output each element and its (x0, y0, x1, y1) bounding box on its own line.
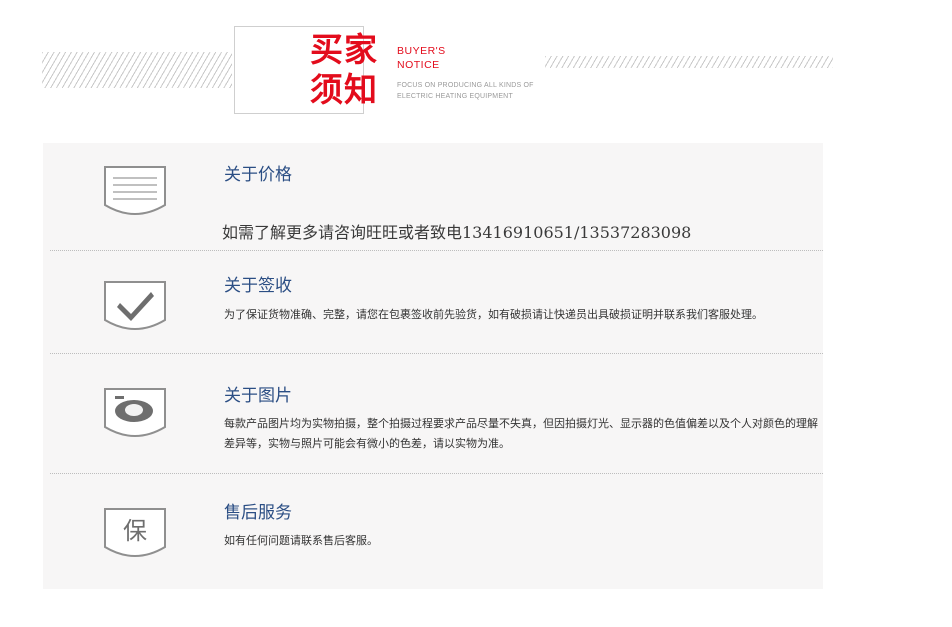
section-heading-price: 关于价格 (224, 165, 292, 185)
subtitle-line2: ELECTRIC HEATING EQUIPMENT (397, 93, 513, 100)
title-cn-line2: 须知 (310, 70, 378, 109)
notice-panel: 关于价格 如需了解更多请咨询旺旺或者致电13416910651/13537283… (43, 143, 823, 589)
page-subtitle: FOCUS ON PRODUCING ALL KINDS OF ELECTRIC… (397, 80, 534, 102)
camera-icon (104, 388, 166, 437)
section-heading-sign-for: 关于签收 (224, 276, 292, 296)
title-en-line1: BUYER'S (397, 45, 446, 57)
title-cn-line1: 买家 (310, 30, 378, 69)
title-en-line2: NOTICE (397, 59, 440, 71)
section-text-images: 每款产品图片均为实物拍摄，整个拍摄过程要求产品尽量不失真，但因拍摄灯光、显示器的… (224, 417, 818, 450)
section-price: 关于价格 如需了解更多请咨询旺旺或者致电13416910651/13537283… (43, 143, 823, 251)
section-heading-images: 关于图片 (224, 386, 292, 406)
page-title-en: BUYER'S NOTICE (397, 44, 446, 72)
decorative-stripes-right (545, 56, 833, 68)
decorative-stripes-left (42, 52, 232, 88)
document-icon (104, 166, 166, 215)
page-title-cn: 买家 须知 (310, 30, 390, 110)
subtitle-line1: FOCUS ON PRODUCING ALL KINDS OF (397, 82, 534, 89)
section-text-sign-for: 为了保证货物准确、完整，请您在包裹签收前先验货，如有破损请让快递员出具破损证明并… (224, 308, 763, 321)
checkmark-icon (104, 281, 166, 330)
section-heading-after-sales: 售后服务 (224, 503, 292, 523)
section-text-after-sales: 如有任何问题请联系售后客服。 (224, 534, 378, 547)
section-images: 关于图片 每款产品图片均为实物拍摄，整个拍摄过程要求产品尽量不失真，但因拍摄灯光… (43, 354, 823, 474)
guarantee-icon: 保 (104, 508, 166, 557)
section-after-sales: 保 售后服务 如有任何问题请联系售后客服。 (43, 474, 823, 589)
section-sign-for: 关于签收 为了保证货物准确、完整，请您在包裹签收前先验货，如有破损请让快递员出具… (43, 251, 823, 354)
contact-info: 如需了解更多请咨询旺旺或者致电13416910651/13537283098 (222, 223, 692, 242)
guarantee-icon-char: 保 (123, 517, 147, 545)
